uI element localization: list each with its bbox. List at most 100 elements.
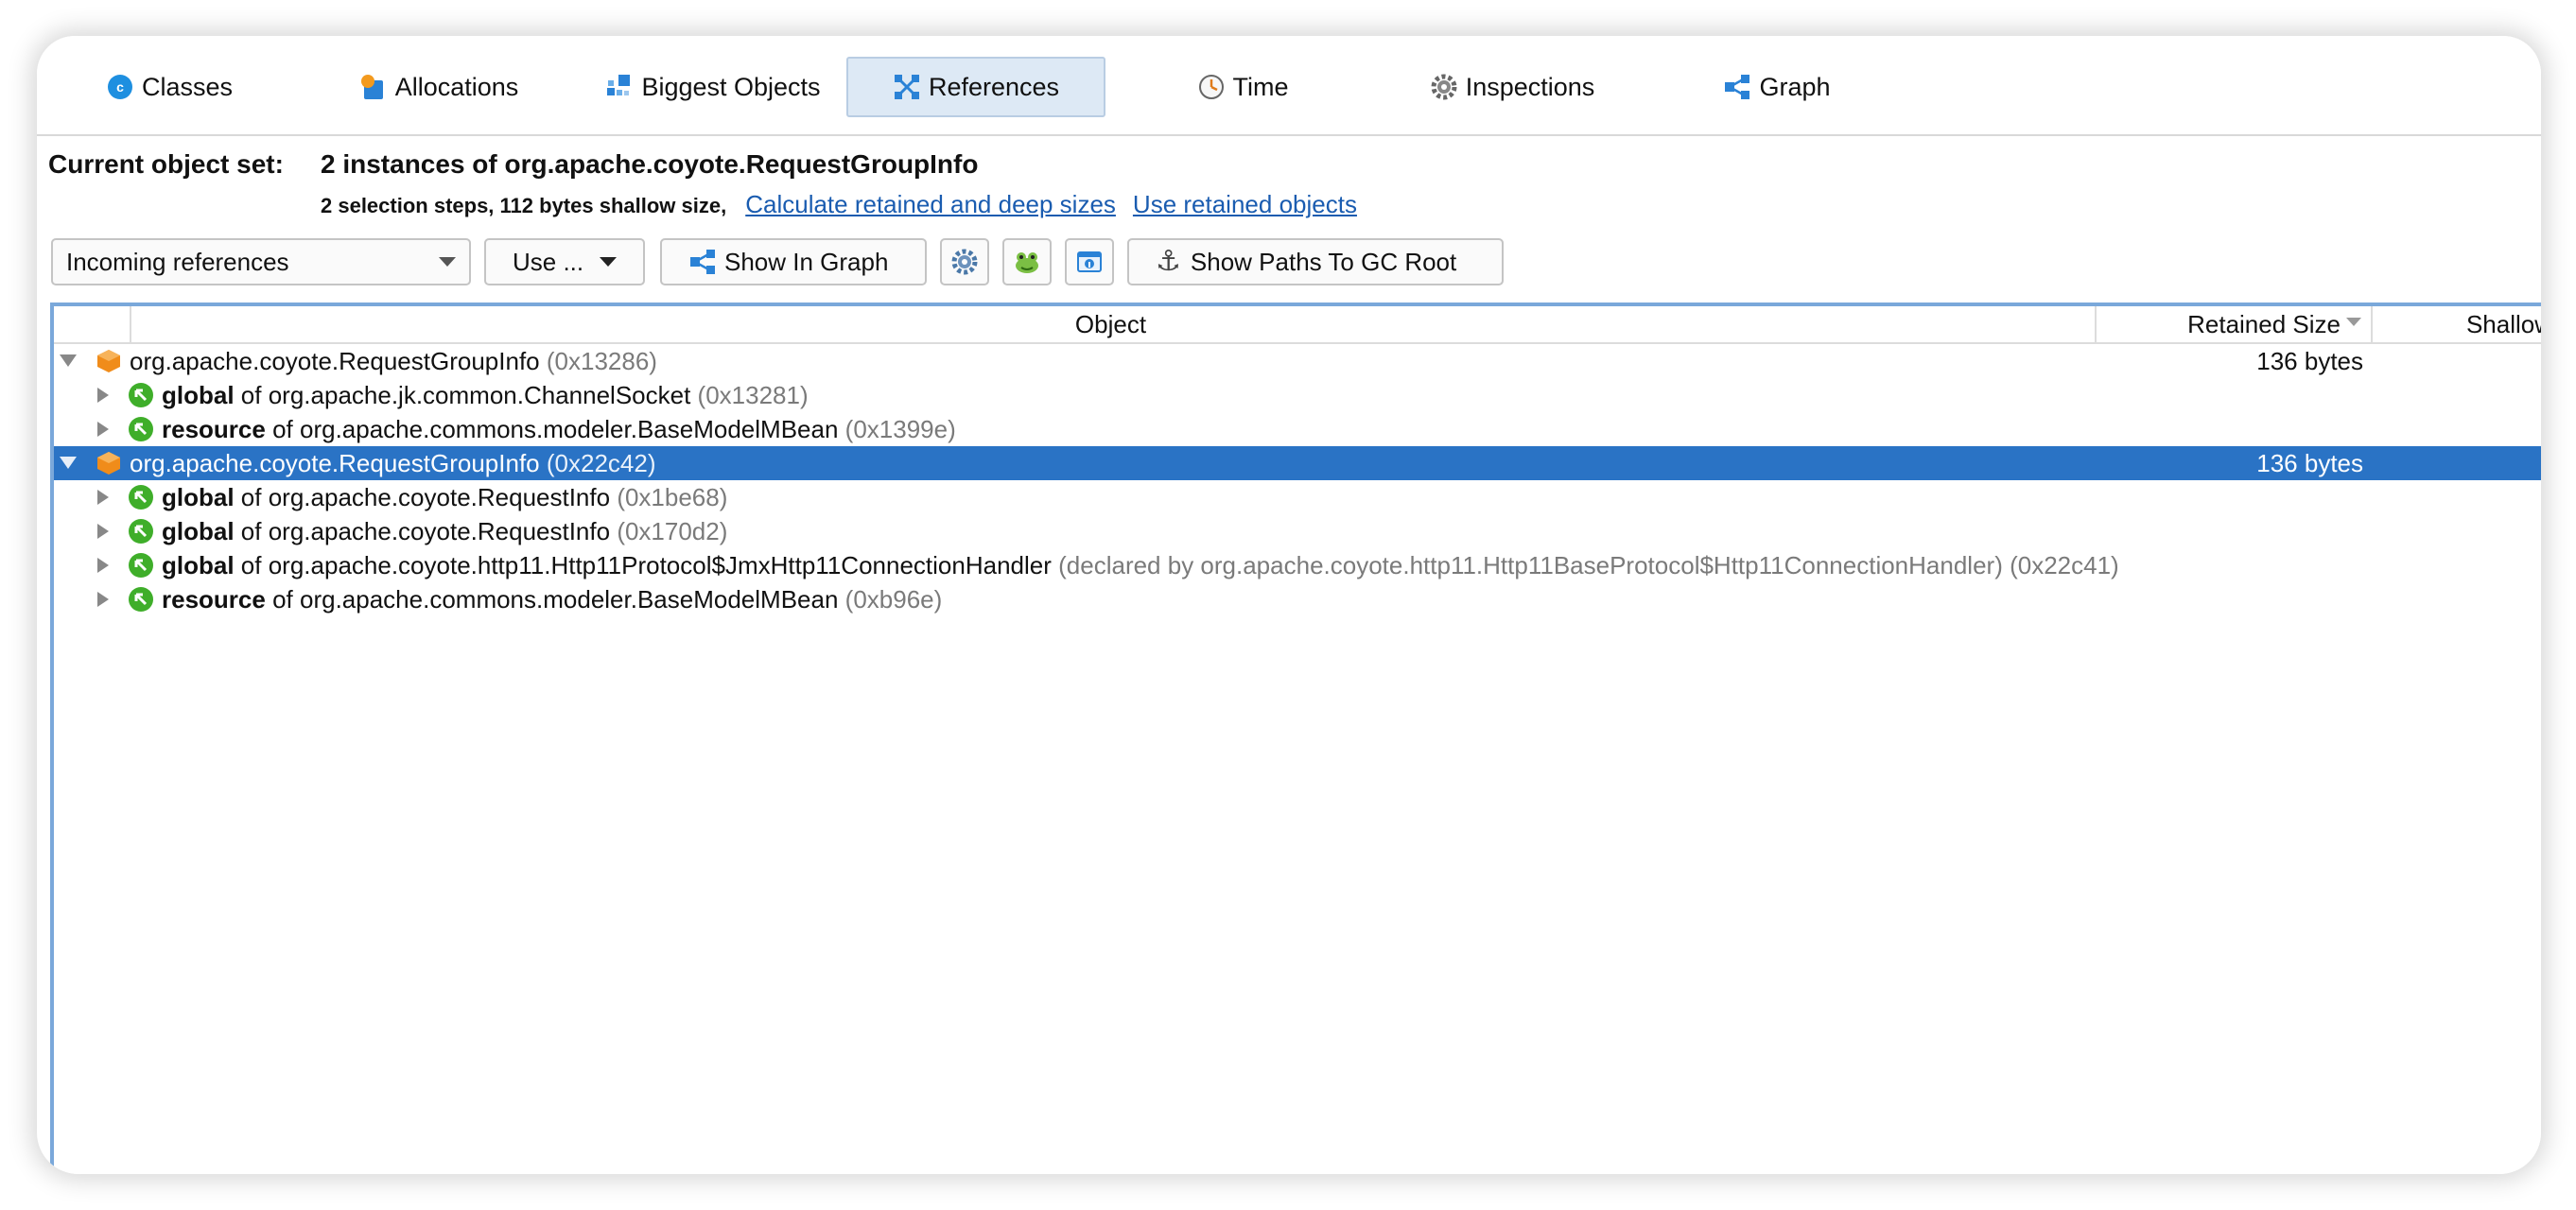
tab-label: Biggest Objects — [641, 72, 821, 101]
time-icon — [1197, 73, 1226, 101]
object-instance-icon — [97, 350, 120, 372]
holder-class-name: org.apache.coyote.RequestInfo — [268, 482, 611, 511]
chevron-down-icon — [439, 257, 456, 267]
incoming-reference-icon — [129, 519, 153, 544]
tab-label: Inspections — [1465, 72, 1595, 101]
reference-label: resource of org.apache.commons.modeler.B… — [162, 585, 942, 614]
column-header-retained-size[interactable]: Retained Size — [2097, 306, 2371, 342]
sort-descending-icon — [2346, 318, 2361, 326]
object-id: (0x13286) — [546, 346, 657, 375]
reference-label: resource of org.apache.commons.modeler.B… — [162, 415, 956, 444]
tab-graph[interactable]: Graph — [1706, 57, 1848, 117]
show-paths-to-gc-root-button[interactable]: ⚓ Show Paths To GC Root — [1127, 238, 1504, 285]
table-row[interactable]: resource of org.apache.commons.modeler.B… — [54, 582, 2541, 616]
object-instance-icon — [97, 452, 120, 475]
object-class-name: org.apache.coyote.RequestGroupInfo — [130, 448, 540, 477]
holder-class-name: org.apache.jk.common.ChannelSocket — [268, 380, 691, 409]
incoming-reference-icon — [129, 553, 153, 578]
field-name: global — [162, 550, 235, 579]
table-row[interactable]: global of org.apache.jk.common.ChannelSo… — [54, 378, 2541, 412]
object-label: org.apache.coyote.RequestGroupInfo (0x22… — [130, 449, 655, 478]
retained-size-value: 136 bytes — [2256, 448, 2363, 477]
table-row-selected[interactable]: org.apache.coyote.RequestGroupInfo (0x22… — [54, 446, 2541, 480]
object-id: (0x1399e) — [844, 414, 956, 443]
retained-size-value: 136 bytes — [2256, 346, 2363, 375]
table-row[interactable]: global of org.apache.coyote.http11.Http1… — [54, 548, 2541, 582]
frog-icon — [1013, 248, 1041, 276]
table-row[interactable]: global of org.apache.coyote.RequestInfo … — [54, 514, 2541, 548]
field-name: global — [162, 482, 235, 511]
frog-action-button[interactable] — [1002, 238, 1052, 285]
declared-by-and-id: (declared by org.apache.coyote.http11.Ht… — [1058, 550, 2119, 579]
collapse-toggle-icon[interactable] — [60, 354, 77, 367]
tab-label: Time — [1232, 72, 1289, 101]
tab-label: Classes — [141, 72, 234, 101]
calculate-sizes-link[interactable]: Calculate retained and deep sizes — [745, 190, 1116, 219]
object-label: org.apache.coyote.RequestGroupInfo (0x13… — [130, 347, 657, 376]
field-name: global — [162, 380, 235, 409]
holder-class-name: org.apache.commons.modeler.BaseModelMBea… — [300, 584, 839, 614]
classes-icon: c — [106, 73, 134, 101]
incoming-reference-icon — [129, 417, 153, 441]
current-object-set-label: Current object set: — [48, 149, 284, 179]
table-row[interactable]: org.apache.coyote.RequestGroupInfo (0x13… — [54, 344, 2541, 378]
references-table[interactable]: Object Retained Size Shallow org.apache.… — [50, 302, 2541, 1174]
of-text: of — [272, 584, 293, 614]
incoming-reference-icon — [129, 485, 153, 510]
show-in-graph-button[interactable]: Show In Graph — [660, 238, 927, 285]
column-header-object[interactable]: Object — [130, 306, 2092, 342]
reference-label: global of org.apache.coyote.RequestInfo … — [162, 517, 727, 546]
field-name: resource — [162, 414, 266, 443]
view-tabbar: c Classes Allocations Biggest Objects Re… — [37, 36, 2541, 136]
tab-references[interactable]: References — [846, 57, 1105, 117]
selection-summary: 2 selection steps, 112 bytes shallow siz… — [321, 190, 1357, 219]
holder-class-name: org.apache.coyote.RequestInfo — [268, 516, 611, 545]
tab-classes[interactable]: c Classes — [98, 57, 240, 117]
info-button[interactable] — [1065, 238, 1114, 285]
tab-biggest-objects[interactable]: Biggest Objects — [595, 57, 831, 117]
field-name: global — [162, 516, 235, 545]
expand-toggle-icon[interactable] — [97, 524, 109, 539]
use-retained-objects-link[interactable]: Use retained objects — [1133, 190, 1357, 219]
use-menu-label: Use ... — [513, 247, 584, 276]
gear-icon — [950, 248, 979, 276]
tab-allocations[interactable]: Allocations — [349, 57, 529, 117]
expand-toggle-icon[interactable] — [97, 490, 109, 505]
tab-inspections[interactable]: Inspections — [1418, 57, 1607, 117]
collapse-toggle-icon[interactable] — [60, 457, 77, 469]
object-id: (0x22c42) — [546, 448, 656, 477]
table-row[interactable]: resource of org.apache.commons.modeler.B… — [54, 412, 2541, 446]
of-text: of — [240, 380, 262, 409]
biggest-objects-icon — [605, 73, 634, 101]
reference-mode-dropdown[interactable]: Incoming references — [51, 238, 471, 285]
holder-class-name: org.apache.commons.modeler.BaseModelMBea… — [300, 414, 839, 443]
object-id: (0x13281) — [697, 380, 809, 409]
show-in-graph-label: Show In Graph — [724, 247, 889, 276]
retained-size-label: Retained Size — [2187, 309, 2341, 338]
anchor-icon: ⚓ — [1156, 246, 1181, 277]
current-object-set-value: 2 instances of org.apache.coyote.Request… — [321, 149, 979, 179]
show-paths-label: Show Paths To GC Root — [1190, 247, 1457, 276]
reference-label: global of org.apache.coyote.RequestInfo … — [162, 483, 727, 512]
allocations-icon — [359, 73, 388, 101]
expand-toggle-icon[interactable] — [97, 592, 109, 607]
table-row[interactable]: global of org.apache.coyote.RequestInfo … — [54, 480, 2541, 514]
selection-steps-text: 2 selection steps, 112 bytes shallow siz… — [321, 194, 727, 217]
tab-label: References — [928, 72, 1060, 101]
expand-toggle-icon[interactable] — [97, 388, 109, 403]
incoming-reference-icon — [129, 587, 153, 612]
info-icon — [1075, 248, 1104, 276]
field-name: resource — [162, 584, 266, 614]
column-header-shallow[interactable]: Shallow — [2371, 306, 2541, 342]
expand-toggle-icon[interactable] — [97, 558, 109, 573]
settings-button[interactable] — [940, 238, 989, 285]
reference-label: global of org.apache.jk.common.ChannelSo… — [162, 381, 809, 410]
tab-label: Allocations — [394, 72, 519, 101]
graph-icon — [688, 248, 717, 276]
of-text: of — [240, 482, 262, 511]
app-window: c Classes Allocations Biggest Objects Re… — [37, 36, 2541, 1174]
tab-time[interactable]: Time — [1186, 57, 1299, 117]
object-id: (0x1be68) — [617, 482, 728, 511]
use-menu-button[interactable]: Use ... — [484, 238, 645, 285]
expand-toggle-icon[interactable] — [97, 422, 109, 437]
